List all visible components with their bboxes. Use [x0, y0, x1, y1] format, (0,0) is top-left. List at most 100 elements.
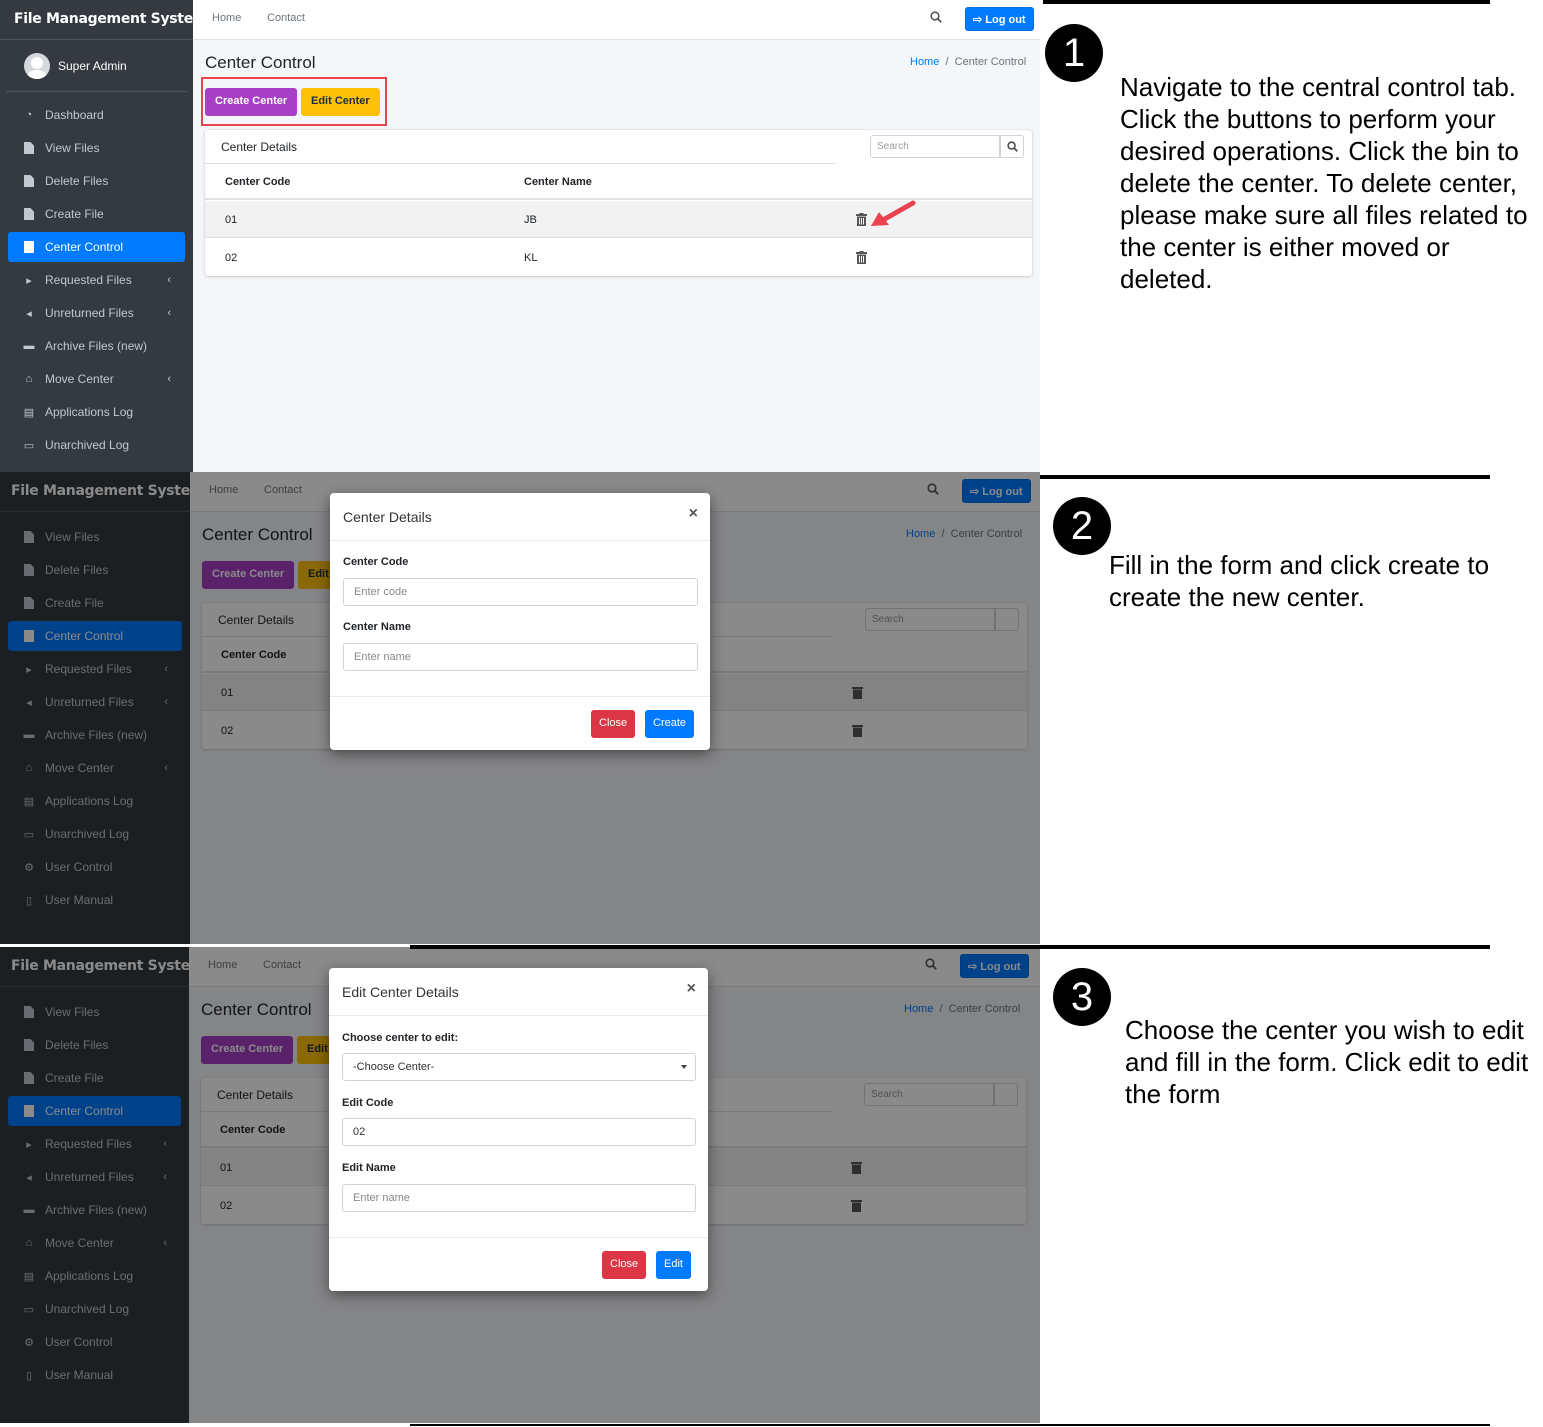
step1-number: 1 — [1045, 24, 1103, 82]
breadcrumb-current: Center Control — [954, 56, 1027, 68]
sidebar-item-applications-log[interactable]: ▤ Applications Log — [8, 397, 185, 427]
sidebar-item-center-control[interactable]: Center Control — [8, 232, 185, 262]
column-center-name: Center Name — [524, 176, 592, 188]
chevron-left-icon: ‹ — [167, 307, 171, 319]
sidebar-item-archive-files-new[interactable]: ▬ Archive Files (new) — [8, 331, 185, 361]
center-name-label: Center Name — [343, 621, 411, 633]
close-button[interactable]: Close — [602, 1251, 647, 1279]
clipboard-icon: ▤ — [23, 406, 35, 419]
dolly-icon: ⌂ — [25, 373, 33, 385]
center-name-input[interactable]: Enter name — [343, 643, 698, 671]
chevron-down-icon — [681, 1065, 687, 1069]
center-name-cell: KL — [524, 252, 538, 264]
top-navbar: Home Contact ⇨ Log out — [193, 0, 1040, 40]
user-panel[interactable]: Super Admin — [6, 40, 187, 92]
create-button[interactable]: Create — [645, 710, 695, 738]
sidebar-item-create-file[interactable]: Create File — [8, 199, 185, 229]
building-icon — [22, 240, 36, 254]
sidebar-item-dashboard[interactable]: ◔ Dashboard — [8, 100, 185, 130]
create-center-button[interactable]: Create Center — [205, 88, 298, 116]
step1-text: Navigate to the central control tab. Cli… — [1120, 72, 1528, 294]
step3-rule — [410, 945, 1490, 949]
dashboard-icon: ◔ — [25, 109, 33, 121]
center-code-cell: 01 — [225, 214, 238, 226]
sidebar-item-label: Dashboard — [45, 108, 104, 122]
sidebar-item-label: Archive Files (new) — [45, 339, 148, 353]
sidebar-item-unreturned-files[interactable]: ◂ Unreturned Files ‹ — [8, 298, 185, 328]
sidebar-item-label: Unreturned Files — [45, 306, 134, 320]
trash-icon[interactable] — [856, 251, 867, 264]
edit-name-label: Edit Name — [342, 1162, 396, 1174]
search-input[interactable]: Search — [870, 135, 1000, 158]
file-icon — [22, 141, 36, 155]
nav-home-link[interactable]: Home — [212, 12, 241, 24]
file-export-icon: ▸ — [26, 274, 32, 287]
edit-center-modal: Edit Center Details × Choose center to e… — [329, 968, 708, 1291]
file-icon — [22, 174, 36, 188]
sign-out-icon: ⇨ — [973, 14, 986, 26]
center-code-input[interactable]: Enter code — [343, 578, 698, 606]
nav-contact-link[interactable]: Contact — [267, 12, 305, 24]
create-center-modal: Center Details × Center Code Enter code … — [330, 493, 710, 750]
sidebar-item-label: Applications Log — [45, 405, 134, 419]
choose-center-select[interactable]: -Choose Center- — [342, 1053, 696, 1081]
step3-screenshot: File Management System View Files Delete … — [0, 947, 1040, 1423]
search-icon — [1007, 141, 1018, 152]
sidebar-item-label: Create File — [45, 207, 104, 221]
page-title: Center Control — [205, 53, 316, 72]
edit-center-button[interactable]: Edit Center — [301, 88, 380, 116]
close-button[interactable]: Close — [591, 710, 636, 738]
edit-code-input[interactable]: 02 — [342, 1118, 696, 1146]
search-button[interactable] — [1000, 135, 1024, 158]
step3-text: Choose the center you wish to edit and f… — [1125, 1015, 1529, 1109]
sidebar-nav: ◔ Dashboard View Files Delete Files Create F… — [0, 92, 193, 460]
chevron-left-icon: ‹ — [167, 373, 171, 385]
logout-label: Log out — [985, 14, 1026, 26]
brand-title[interactable]: File Management System — [0, 0, 207, 40]
sidebar-item-delete-files[interactable]: Delete Files — [8, 166, 185, 196]
sidebar: File Management System Super Admin ◔ Dash… — [0, 0, 207, 472]
modal-header: Center Details × — [330, 493, 710, 541]
center-code-label: Center Code — [343, 556, 409, 568]
file-icon — [22, 207, 36, 221]
sidebar-item-requested-files[interactable]: ▸ Requested Files ‹ — [8, 265, 185, 295]
step1-rule — [1043, 0, 1490, 4]
card-title: Center Details — [221, 140, 298, 154]
table-header: Center Code Center Name — [205, 164, 1032, 200]
step2-number: 2 — [1053, 497, 1111, 555]
bottom-rule — [410, 1424, 1490, 1426]
center-code-cell: 02 — [225, 252, 238, 264]
sidebar-item-view-files[interactable]: View Files — [8, 133, 185, 163]
sidebar-item-label: Center Control — [45, 240, 124, 254]
edit-code-label: Edit Code — [342, 1097, 394, 1109]
sidebar-item-move-center[interactable]: ⌂ Move Center ‹ — [8, 364, 185, 394]
logout-button[interactable]: ⇨ Log out — [965, 7, 1034, 31]
step1-screenshot: File Management System Super Admin ◔ Dash… — [0, 0, 1040, 472]
edit-button[interactable]: Edit — [656, 1251, 691, 1279]
step3-number: 3 — [1053, 968, 1111, 1026]
close-icon[interactable]: × — [687, 980, 696, 998]
archive-icon: ▬ — [23, 340, 35, 352]
user-name: Super Admin — [58, 58, 127, 73]
sidebar-item-label: Unarchived Log — [45, 438, 130, 452]
sidebar-item-label: Delete Files — [45, 174, 109, 188]
trash-icon[interactable] — [856, 213, 867, 226]
modal-title: Edit Center Details — [342, 984, 459, 1000]
sidebar-item-label: View Files — [45, 141, 100, 155]
column-center-code: Center Code — [225, 176, 291, 188]
search-icon[interactable] — [930, 11, 942, 23]
center-name-cell: JB — [524, 214, 537, 226]
step2-text: Fill in the form and click create to cre… — [1109, 550, 1490, 612]
edit-name-input[interactable]: Enter name — [342, 1184, 696, 1212]
choose-center-value: -Choose Center- — [353, 1061, 435, 1073]
step2-rule — [1040, 475, 1490, 479]
sidebar-item-unarchived-log[interactable]: ▭ Unarchived Log — [8, 430, 185, 460]
sidebar-item-label: Move Center — [45, 372, 114, 386]
breadcrumb-home[interactable]: Home — [910, 56, 939, 68]
center-details-card: Center Details Search Center Code Center… — [205, 130, 1032, 276]
modal-footer: Close Edit — [329, 1237, 708, 1291]
close-icon[interactable]: × — [689, 505, 698, 523]
sidebar-item-label: Requested Files — [45, 273, 132, 287]
box-open-icon: ▭ — [23, 439, 35, 452]
avatar — [24, 52, 50, 79]
